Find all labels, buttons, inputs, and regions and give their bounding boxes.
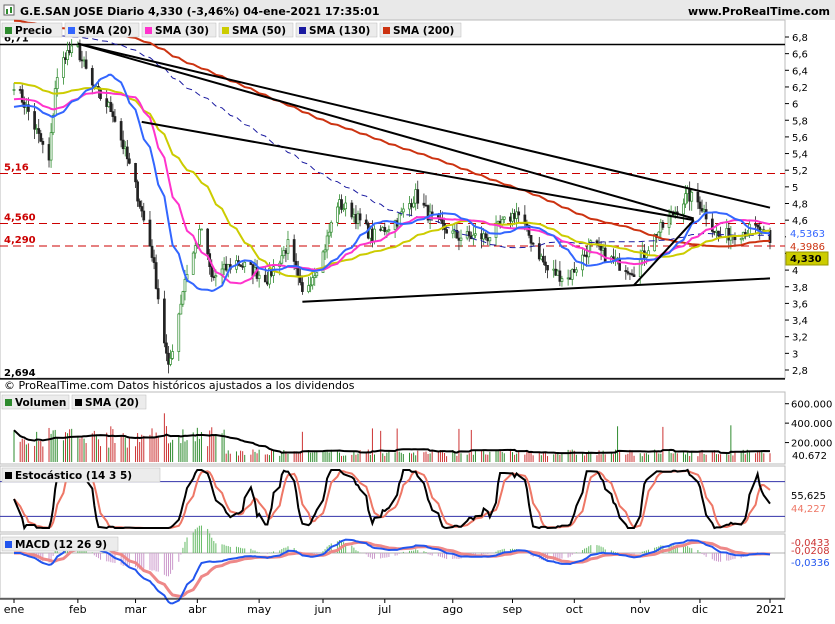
x-tick-label: feb: [69, 603, 87, 616]
macd-value-3: -0,0336: [791, 558, 830, 569]
legend-label: Precio: [15, 25, 52, 37]
price-tick-label: 6,6: [792, 50, 808, 61]
legend-item: SMA (30): [141, 22, 217, 38]
price-tick-label: 3: [792, 349, 798, 360]
legend-label: SMA (50): [232, 25, 286, 37]
x-tick-label: jul: [377, 603, 391, 616]
chart-title: G.E.SAN JOSE Diario 4,330 (-3,46%) 04-en…: [20, 5, 380, 18]
legend-item: Volumen: [1, 394, 70, 410]
volume-tick-label: 600.000: [791, 400, 832, 411]
volume-last-value: 40.672: [792, 451, 827, 462]
legend-swatch: [5, 541, 12, 548]
legend-label: SMA (20): [78, 25, 132, 37]
legend-swatch: [5, 27, 12, 34]
stoch-d-value: 44,227: [791, 504, 826, 515]
legend-item: SMA (50): [218, 22, 294, 38]
candle: [191, 251, 195, 275]
legend-swatch: [299, 27, 306, 34]
legend-swatch: [5, 472, 12, 479]
legend-item: SMA (20): [64, 22, 140, 38]
x-tick-label: jun: [313, 603, 331, 616]
price-tick-label: 4: [792, 266, 798, 277]
price-tick-label: 5,6: [792, 133, 808, 144]
price-tick-label: 6,4: [792, 66, 808, 77]
last-value-label: 4,5363: [790, 229, 825, 240]
legend-swatch: [75, 399, 82, 406]
legend-swatch: [5, 399, 12, 406]
x-tick-label: 2021: [756, 603, 784, 616]
x-tick-label: mar: [125, 603, 147, 616]
legend-item: SMA (200): [379, 22, 462, 38]
legend-label: SMA (30): [155, 25, 209, 37]
legend-label: Volumen: [15, 397, 66, 409]
candle: [181, 290, 185, 307]
data-note: © ProRealTime.com Datos históricos ajust…: [4, 379, 355, 392]
x-tick-label: abr: [188, 603, 207, 616]
site-label: www.ProRealTime.com: [688, 5, 830, 18]
ref-level-label: 5,16: [4, 163, 29, 174]
last-value-label: 4,3986: [790, 242, 825, 253]
legend-label: SMA (200): [393, 25, 454, 37]
last-value-label: 4,330: [790, 254, 822, 265]
candle: [163, 290, 166, 348]
price-tick-label: 5,8: [792, 116, 808, 127]
legend-item: SMA (20): [71, 394, 147, 410]
x-tick-label: ene: [4, 603, 25, 616]
legend-label: SMA (130): [309, 25, 370, 37]
ref-level-label: 2,694: [4, 368, 36, 379]
candle: [350, 200, 354, 220]
volume-tick-label: 400.000: [791, 419, 832, 430]
legend-item: SMA (130): [295, 22, 378, 38]
price-tick-label: 5,4: [792, 150, 808, 161]
price-tick-label: 6,2: [792, 83, 808, 94]
ref-level-label: 4,290: [4, 235, 36, 246]
legend-label: SMA (20): [85, 397, 139, 409]
legend-swatch: [383, 27, 390, 34]
price-tick-label: 6,8: [792, 33, 808, 44]
stoch-k-value: 55,625: [791, 491, 826, 502]
price-tick-label: 3,8: [792, 283, 808, 294]
stock-chart: G.E.SAN JOSE Diario 4,330 (-3,46%) 04-en…: [0, 0, 835, 620]
legend-swatch: [68, 27, 75, 34]
x-tick-label: sep: [503, 603, 522, 616]
legend-item: Precio: [1, 22, 63, 38]
x-tick-label: oct: [566, 603, 584, 616]
legend-label: Estocástico (14 3 5): [15, 470, 132, 482]
legend-item: Estocástico (14 3 5): [1, 467, 161, 483]
legend-label: MACD (12 26 9): [15, 539, 107, 551]
x-tick-label: dic: [692, 603, 708, 616]
x-tick-label: ago: [443, 603, 464, 616]
price-tick-label: 6: [792, 100, 798, 111]
legend-item: MACD (12 26 9): [1, 536, 119, 552]
price-tick-label: 3,4: [792, 316, 808, 327]
price-tick-label: 3,2: [792, 333, 808, 344]
price-tick-label: 2,8: [792, 366, 808, 377]
price-tick-label: 4,6: [792, 216, 808, 227]
macd-value-2: -0,0208: [791, 546, 830, 557]
legend-swatch: [222, 27, 229, 34]
legend-swatch: [145, 27, 152, 34]
candle: [426, 204, 430, 224]
x-tick-label: may: [247, 603, 271, 616]
price-tick-label: 4,8: [792, 200, 808, 211]
volume-tick-label: 200.000: [791, 439, 832, 450]
price-tick-label: 5: [792, 183, 798, 194]
candle: [200, 228, 203, 231]
ref-level-label: 4,560: [4, 212, 36, 223]
price-tick-label: 3,6: [792, 299, 808, 310]
price-tick-label: 5,2: [792, 166, 808, 177]
x-tick-label: nov: [630, 603, 651, 616]
